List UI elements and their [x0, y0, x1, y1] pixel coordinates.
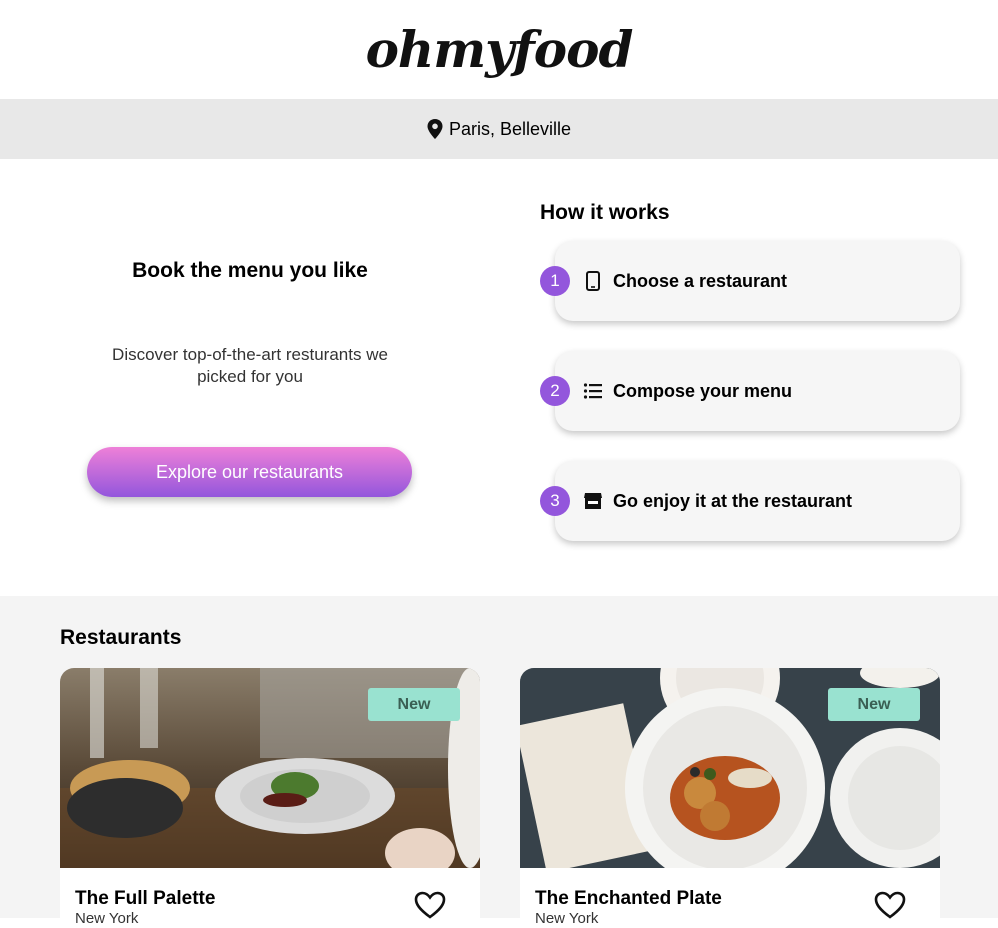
- mobile-phone-icon: [586, 271, 600, 291]
- restaurants-title: Restaurants: [60, 626, 182, 649]
- hero-section: Book the menu you like Discover top-of-t…: [0, 159, 500, 596]
- step-number: 2: [540, 376, 570, 406]
- step-label: Compose your menu: [613, 380, 793, 401]
- step-number: 1: [540, 266, 570, 296]
- explore-restaurants-button[interactable]: Explore our restaurants: [87, 447, 412, 497]
- step-label: Go enjoy it at the restaurant: [613, 490, 853, 511]
- restaurant-name: The Full Palette: [75, 888, 216, 909]
- restaurant-city: New York: [535, 910, 599, 927]
- step-choose-restaurant: Choose a restaurant: [555, 241, 960, 321]
- list-icon: [583, 383, 602, 399]
- heart-icon[interactable]: [414, 890, 446, 920]
- restaurant-image: New: [520, 668, 940, 868]
- site-header: ohmyfood: [0, 0, 998, 99]
- step-number: 3: [540, 486, 570, 516]
- restaurant-image: New: [60, 668, 480, 868]
- restaurant-card[interactable]: New The Full Palette New York: [60, 668, 480, 928]
- new-badge: New: [828, 688, 920, 721]
- location-text: Paris, Belleville: [448, 118, 572, 139]
- hero-subtitle: Discover top-of-the-art resturants we pi…: [112, 345, 388, 386]
- new-badge: New: [368, 688, 460, 721]
- map-pin-icon: [427, 119, 443, 139]
- ohmyfood-logo[interactable]: ohmyfood: [366, 20, 634, 79]
- restaurants-section: Restaurants New The Full Palette New Yor…: [0, 596, 998, 928]
- hero-title: Book the menu you like: [132, 259, 368, 282]
- restaurant-name: The Enchanted Plate: [535, 888, 722, 909]
- restaurant-city: New York: [75, 910, 139, 927]
- restaurant-card[interactable]: New The Enchanted Plate New York: [520, 668, 940, 928]
- store-icon: [584, 493, 602, 509]
- step-label: Choose a restaurant: [613, 270, 788, 291]
- step-compose-menu: Compose your menu: [555, 351, 960, 431]
- how-it-works-title: How it works: [540, 201, 670, 224]
- step-enjoy-restaurant: Go enjoy it at the restaurant: [555, 461, 960, 541]
- location-bar: Paris, Belleville: [0, 99, 998, 159]
- heart-icon[interactable]: [874, 890, 906, 920]
- main-section: Book the menu you like Discover top-of-t…: [0, 159, 998, 596]
